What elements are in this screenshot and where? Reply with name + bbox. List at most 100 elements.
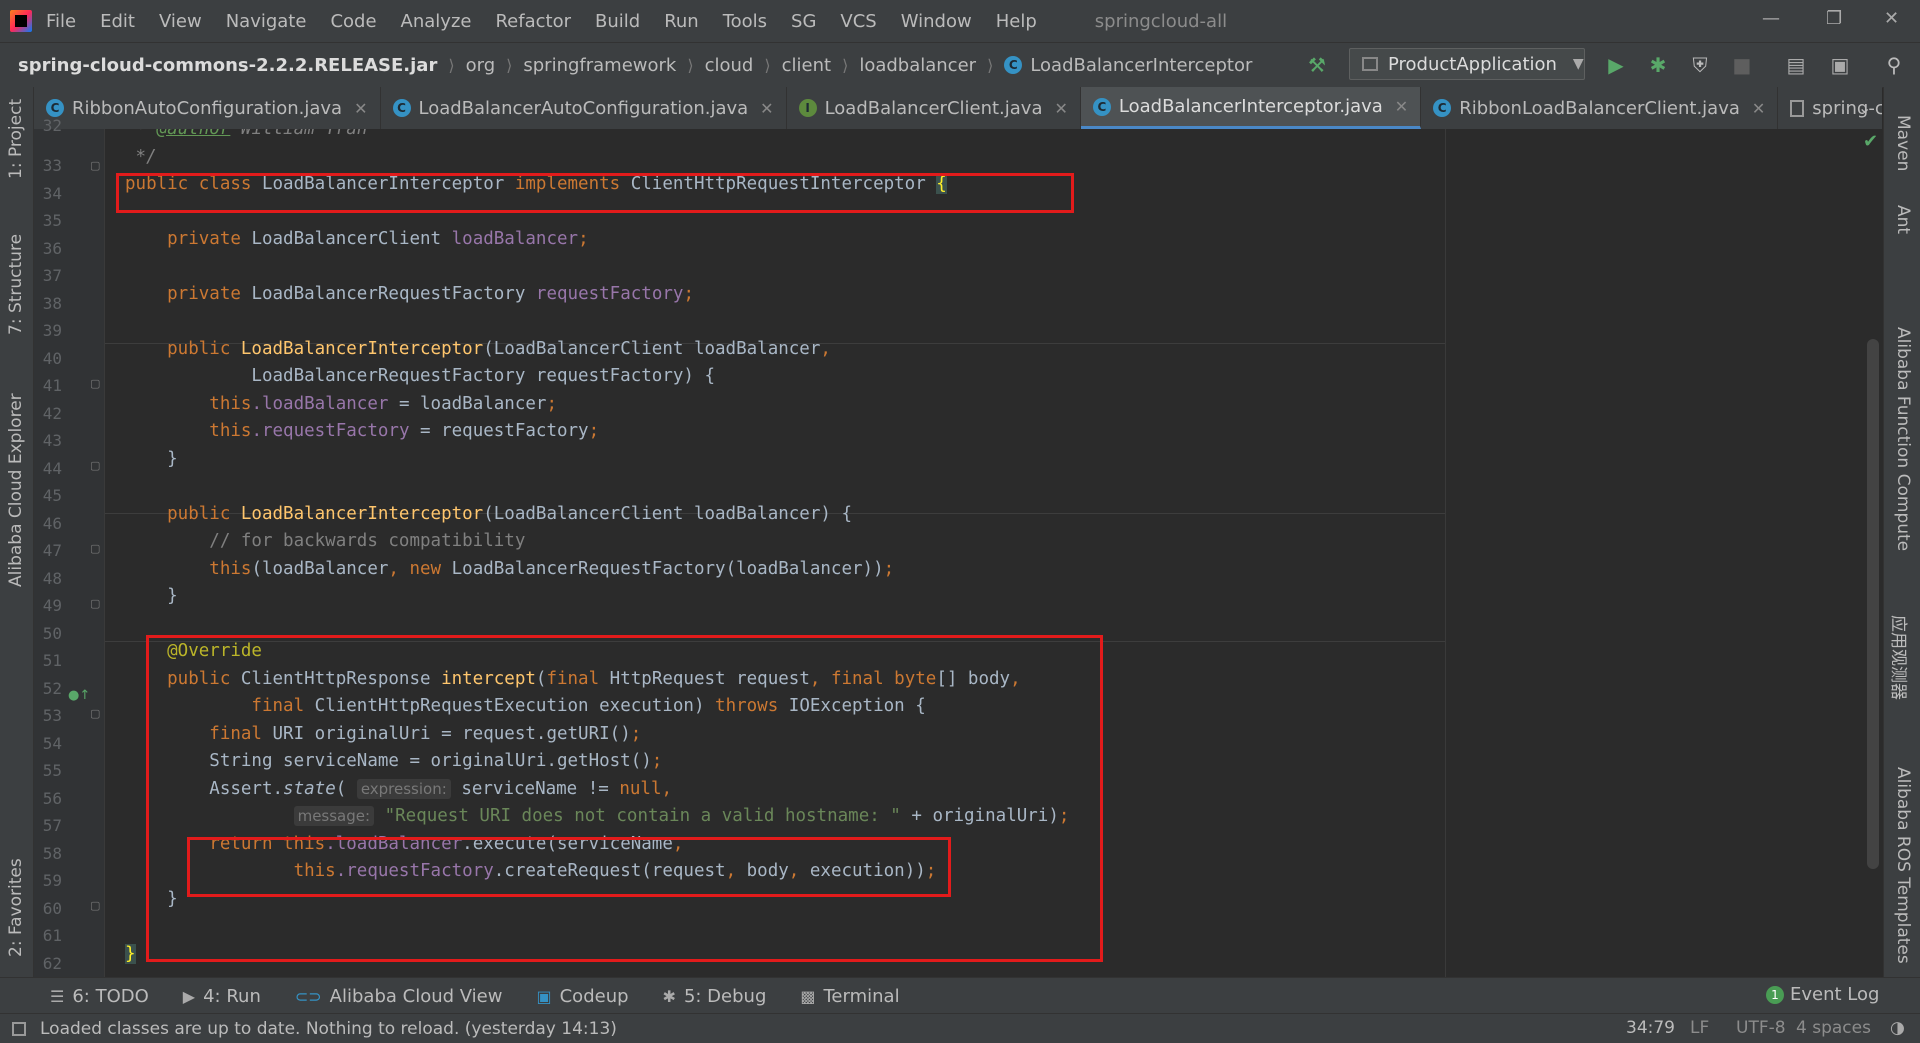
tab-loadbalancer-interceptor[interactable]: C LoadBalancerInterceptor.java ✕ [1080,87,1422,129]
title-bar: File Edit View Navigate Code Analyze Ref… [0,0,1920,42]
run-configuration-select[interactable]: ProductApplication ▼ [1349,48,1585,80]
breadcrumb-org[interactable]: org [466,55,496,76]
code-editor[interactable]: * @author William Tran */ public class L… [105,129,1883,977]
close-icon[interactable]: ✕ [1752,99,1765,118]
build-hammer-icon[interactable]: ⚒ [1305,53,1329,77]
highlight-box-intercept-method [146,635,1103,962]
close-icon[interactable]: ✕ [1055,99,1068,118]
editor-scrollbar[interactable] [1867,339,1879,869]
run-configuration-label: ProductApplication [1388,53,1557,75]
fold-icon[interactable]: ▢ [90,459,100,472]
tool-window-project[interactable]: 1: Project [6,99,26,179]
close-window-icon[interactable]: ✕ [1884,8,1899,29]
debug-icon[interactable]: ✱ [1646,53,1670,77]
indent-setting[interactable]: 4 spaces [1796,1018,1871,1038]
tool-window-codeup[interactable]: ▣ Codeup [536,986,628,1007]
tab-list-chevron-icon[interactable]: ⌄ [1858,98,1871,117]
tool-window-todo[interactable]: ☰ 6: TODO [50,986,149,1007]
menu-tools[interactable]: Tools [723,11,767,32]
menu-sg[interactable]: SG [791,11,816,32]
menu-code[interactable]: Code [330,11,376,32]
search-icon[interactable]: ⚲ [1882,53,1906,77]
fold-icon[interactable]: ▢ [90,597,100,610]
right-tool-strip: Maven Ant Alibaba Function Compute 应用观测器… [1883,87,1920,977]
fold-icon[interactable]: ▢ [90,159,100,172]
menu-window[interactable]: Window [901,11,972,32]
fold-icon[interactable]: ▢ [90,542,100,555]
event-count-badge: 1 [1766,985,1784,1004]
breadcrumb-separator-icon: ⟩ [448,55,455,75]
fold-icon[interactable]: ▢ [90,899,100,912]
status-message: Loaded classes are up to date. Nothing t… [40,1018,617,1039]
menu-vcs[interactable]: VCS [840,11,876,32]
breadcrumb-separator-icon: ⟩ [764,55,771,75]
breadcrumb-jar[interactable]: spring-cloud-commons-2.2.2.RELEASE.jar [18,55,437,76]
code-line-49: } [125,586,178,606]
menu-help[interactable]: Help [996,11,1037,32]
tool-window-debug[interactable]: ✱ 5: Debug [663,986,767,1007]
line-number: 51 [42,651,62,670]
fold-icon[interactable]: ▢ [90,377,100,390]
menu-run[interactable]: Run [664,11,699,32]
inspection-ok-icon[interactable]: ✔ [1863,131,1878,152]
close-icon[interactable]: ✕ [354,99,367,118]
tool-window-maven[interactable]: Maven [1893,115,1913,171]
project-structure-icon[interactable]: ▤ [1784,53,1808,77]
lock-icon[interactable]: ◑ [1890,1018,1905,1038]
fold-icon[interactable]: ▢ [90,707,100,720]
breadcrumb-springframework[interactable]: springframework [523,55,676,76]
menu-file[interactable]: File [46,11,76,32]
tool-window-ant[interactable]: Ant [1893,205,1913,234]
minimize-icon[interactable]: — [1762,8,1780,29]
menu-edit[interactable]: Edit [100,11,135,32]
menu-view[interactable]: View [159,11,202,32]
line-number: 55 [42,761,62,780]
close-icon[interactable]: ✕ [760,99,773,118]
menu-navigate[interactable]: Navigate [226,11,307,32]
code-line-46: public LoadBalancerInterceptor(LoadBalan… [125,504,852,524]
breadcrumb-separator-icon: ⟩ [987,55,994,75]
run-icon[interactable]: ▶ [1604,53,1628,77]
caret-position[interactable]: 34:79 [1626,1018,1675,1038]
menu-refactor[interactable]: Refactor [495,11,571,32]
tool-window-app-observer[interactable]: 应用观测器 [1888,615,1913,700]
tab-ribbon-auto-configuration[interactable]: C RibbonAutoConfiguration.java ✕ [34,87,381,129]
breadcrumb-cloud[interactable]: cloud [705,55,754,76]
event-log-button[interactable]: 1 Event Log [1766,984,1879,1005]
breadcrumb-class[interactable]: LoadBalancerInterceptor [1030,55,1252,76]
breadcrumb-client[interactable]: client [782,55,831,76]
file-encoding[interactable]: UTF-8 [1736,1018,1786,1038]
tool-window-run[interactable]: ▶ 4: Run [183,986,261,1007]
tool-window-alibaba-cloud-view[interactable]: ⊂⊃ Alibaba Cloud View [295,986,503,1007]
override-marker-icon[interactable]: ●↑ [68,688,90,703]
code-line-40: public LoadBalancerInterceptor(LoadBalan… [125,339,831,359]
code-line-32: * @author William Tran [125,129,368,139]
tool-window-favorites[interactable]: 2: Favorites [6,858,26,957]
tab-label: LoadBalancerClient.java [824,97,1043,119]
coverage-icon[interactable]: ⛨ [1688,53,1712,77]
line-separator[interactable]: LF [1690,1018,1709,1038]
tab-ribbon-loadbalancer-client[interactable]: C RibbonLoadBalancerClient.java ✕ [1421,87,1779,129]
status-panel-icon[interactable] [12,1021,26,1036]
line-number: 36 [42,239,62,258]
stop-icon[interactable]: ■ [1730,53,1754,77]
class-icon: C [1004,56,1023,74]
tool-window-terminal[interactable]: ▩ Terminal [800,986,899,1007]
terminal-window-icon[interactable]: ▣ [1828,53,1852,77]
tab-label: spring-cloud-starter- [1812,97,1882,119]
tool-window-alibaba-ros-templates[interactable]: Alibaba ROS Templates [1893,767,1913,964]
menu-build[interactable]: Build [595,11,640,32]
tool-window-alibaba-cloud-explorer[interactable]: Alibaba Cloud Explorer [6,393,26,587]
restore-icon[interactable]: ❐ [1826,8,1842,29]
close-icon[interactable]: ✕ [1395,97,1408,116]
menu-analyze[interactable]: Analyze [401,11,472,32]
editor-gutter[interactable]: 32 33 34 35 36 37 38 39 40 41 42 43 44 4… [34,116,105,977]
breadcrumb-loadbalancer[interactable]: loadbalancer [859,55,976,76]
breadcrumb-separator-icon: ⟩ [506,55,513,75]
tool-window-structure[interactable]: 7: Structure [6,234,26,335]
tab-loadbalancer-auto-configuration[interactable]: C LoadBalancerAutoConfiguration.java ✕ [381,87,787,129]
tool-window-alibaba-function-compute[interactable]: Alibaba Function Compute [1893,327,1913,551]
tab-label: RibbonLoadBalancerClient.java [1459,97,1740,119]
breadcrumb-separator-icon: ⟩ [687,55,694,75]
tab-loadbalancer-client[interactable]: I LoadBalancerClient.java ✕ [787,87,1081,129]
